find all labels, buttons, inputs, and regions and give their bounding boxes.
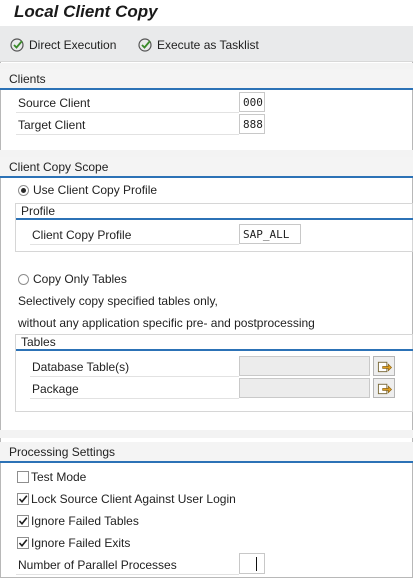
execute-as-tasklist-button[interactable]: Execute as Tasklist — [138, 36, 259, 54]
subsection-title-profile: Profile — [21, 204, 56, 218]
direct-execution-label: Direct Execution — [29, 38, 117, 52]
execute-check-icon — [10, 38, 24, 52]
subsection-header-tables: Tables — [16, 334, 413, 351]
divider — [30, 376, 239, 377]
execute-as-tasklist-label: Execute as Tasklist — [157, 38, 259, 52]
checkmark-icon — [18, 539, 28, 548]
copy-only-tables-description-line2: without any application specific pre- an… — [18, 316, 315, 330]
source-client-label: Source Client — [18, 96, 91, 110]
ignore-failed-tables-label: Ignore Failed Tables — [31, 514, 139, 528]
ignore-failed-exits-label: Ignore Failed Exits — [31, 536, 131, 550]
copy-only-tables-radio[interactable] — [18, 274, 29, 285]
value-help-icon — [377, 361, 392, 372]
divider — [30, 244, 239, 245]
section-header-clients: Clients — [0, 69, 413, 90]
lock-source-client-label: Lock Source Client Against User Login — [31, 492, 236, 506]
page-title: Local Client Copy — [14, 2, 158, 21]
text-cursor — [256, 557, 257, 571]
divider — [16, 134, 239, 135]
package-label: Package — [32, 382, 79, 396]
divider — [30, 398, 239, 399]
copy-only-tables-description-line1: Selectively copy specified tables only, — [18, 294, 218, 308]
client-copy-profile-label: Client Copy Profile — [32, 228, 132, 242]
lock-source-client-checkbox[interactable] — [17, 493, 29, 505]
execute-check-icon — [138, 38, 152, 52]
section-title-clients: Clients — [9, 72, 46, 86]
target-client-field[interactable]: 888 — [239, 114, 265, 134]
section-title-client-copy-scope: Client Copy Scope — [9, 160, 109, 174]
divider — [16, 574, 239, 575]
checkmark-icon — [18, 495, 28, 504]
test-mode-checkbox[interactable] — [17, 471, 29, 483]
source-client-field[interactable]: 000 — [239, 92, 265, 112]
title-bar: Local Client Copy — [0, 0, 413, 26]
target-client-label: Target Client — [18, 118, 86, 132]
checkmark-icon — [18, 517, 28, 526]
section-header-processing-settings: Processing Settings — [0, 442, 413, 463]
value-help-icon — [377, 383, 392, 394]
subsection-title-tables: Tables — [21, 335, 56, 349]
section-header-client-copy-scope: Client Copy Scope — [0, 157, 413, 178]
divider — [16, 112, 239, 113]
use-client-copy-profile-radio[interactable] — [18, 185, 29, 196]
parallel-processes-field[interactable] — [239, 553, 265, 574]
client-copy-profile-field[interactable]: SAP_ALL — [239, 224, 301, 244]
copy-only-tables-label: Copy Only Tables — [33, 272, 127, 286]
direct-execution-button[interactable]: Direct Execution — [10, 36, 116, 54]
ignore-failed-exits-checkbox[interactable] — [17, 537, 29, 549]
database-tables-label: Database Table(s) — [32, 360, 130, 374]
application-toolbar: Direct Execution Execute as Tasklist — [0, 26, 413, 62]
spacer — [0, 430, 413, 438]
package-value-help-button[interactable] — [373, 378, 395, 398]
section-title-processing-settings: Processing Settings — [9, 445, 116, 459]
test-mode-label: Test Mode — [31, 470, 87, 484]
subsection-header-profile: Profile — [16, 203, 413, 220]
ignore-failed-tables-checkbox[interactable] — [17, 515, 29, 527]
database-tables-value-help-button[interactable] — [373, 356, 395, 376]
use-client-copy-profile-label: Use Client Copy Profile — [33, 183, 158, 197]
parallel-processes-label: Number of Parallel Processes — [18, 558, 177, 572]
database-tables-field[interactable] — [239, 356, 370, 376]
package-field[interactable] — [239, 378, 370, 398]
